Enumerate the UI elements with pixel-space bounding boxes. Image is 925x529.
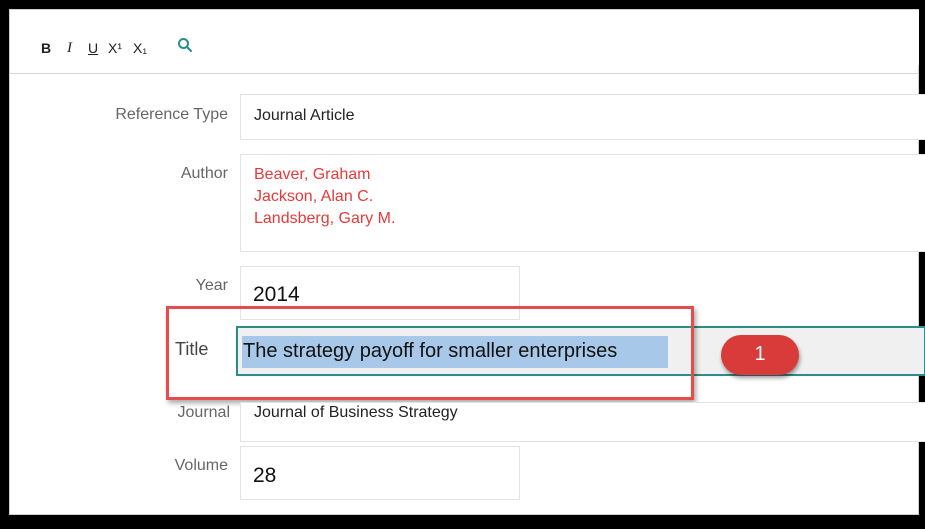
search-icon[interactable] bbox=[177, 37, 193, 55]
author-item[interactable]: Landsberg, Gary M. bbox=[254, 208, 395, 230]
journal-label-clip: Journal bbox=[20, 400, 232, 424]
bold-button[interactable]: B bbox=[41, 41, 51, 55]
journal-label: Journal bbox=[177, 404, 230, 421]
author-label: Author bbox=[180, 165, 228, 182]
subscript-button[interactable]: X₁ bbox=[133, 41, 147, 55]
italic-button[interactable]: I bbox=[67, 41, 72, 56]
callout-number: 1 bbox=[754, 343, 766, 365]
reference-type-value: Journal Article bbox=[254, 107, 355, 124]
formatting-toolbar: B I U X¹ X₁ bbox=[10, 10, 919, 65]
reference-type-label: Reference Type bbox=[115, 106, 228, 123]
volume-field[interactable] bbox=[240, 446, 520, 500]
volume-value: 28 bbox=[253, 464, 277, 487]
volume-label: Volume bbox=[174, 457, 228, 474]
underline-button[interactable]: U bbox=[88, 41, 98, 55]
author-item[interactable]: Beaver, Graham bbox=[254, 164, 395, 186]
journal-value-clip: Journal of Business Strategy bbox=[250, 400, 650, 424]
callout-badge: 1 bbox=[721, 335, 799, 375]
author-list: Beaver, Graham Jackson, Alan C. Landsber… bbox=[254, 164, 395, 230]
year-label: Year bbox=[195, 277, 228, 294]
author-item[interactable]: Jackson, Alan C. bbox=[254, 186, 395, 208]
title-highlight-box bbox=[166, 306, 694, 400]
year-value: 2014 bbox=[253, 283, 300, 306]
superscript-button[interactable]: X¹ bbox=[108, 41, 122, 55]
title-label: Title bbox=[175, 339, 209, 359]
journal-value: Journal of Business Strategy bbox=[254, 404, 458, 421]
toolbar-divider bbox=[10, 73, 919, 74]
